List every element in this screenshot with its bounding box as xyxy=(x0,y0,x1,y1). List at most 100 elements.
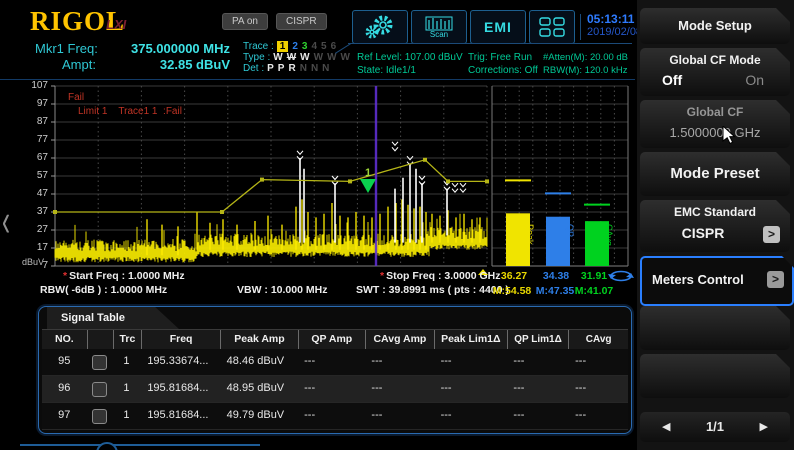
trace-indicator[interactable]: W xyxy=(341,52,350,63)
stop-freq-readout: *Stop Freq : 3.0000 GHz xyxy=(380,270,500,282)
table-cell: --- xyxy=(297,403,364,429)
layout-button[interactable] xyxy=(529,10,575,44)
table-cell: --- xyxy=(297,349,364,375)
blank-softkey[interactable] xyxy=(640,306,790,350)
type-label: Type : xyxy=(243,52,270,63)
lxi-logo: LXI xyxy=(106,17,126,32)
trace-indicator[interactable]: 5 xyxy=(321,41,327,52)
peak-meter-value: 36.27 xyxy=(492,270,536,282)
table-cell: --- xyxy=(506,349,568,375)
trace-indicator[interactable]: 3 xyxy=(302,41,308,52)
left-panel-chevron[interactable]: ‹ xyxy=(2,195,10,248)
column-header[interactable]: Freq xyxy=(141,330,220,350)
global-cf-mode-button[interactable]: Global CF Mode Off On xyxy=(640,48,790,96)
pa-on-badge[interactable]: PA on xyxy=(222,13,268,30)
blank-softkey[interactable] xyxy=(640,354,790,398)
table-cell: --- xyxy=(364,403,433,429)
emc-standard-label: EMC Standard xyxy=(640,200,790,219)
svg-text:1: 1 xyxy=(365,167,371,179)
emc-standard-button[interactable]: EMC Standard CISPR > xyxy=(640,200,790,252)
trace-indicator[interactable]: 4 xyxy=(311,41,317,52)
column-header[interactable]: Peak Amp xyxy=(220,330,297,350)
y-axis-tick: 27 xyxy=(16,224,48,235)
rbw-readout: RBW( -6dB ) : 1.0000 MHz xyxy=(40,284,167,296)
submenu-arrow-icon: > xyxy=(767,271,784,288)
trace-indicator[interactable]: N xyxy=(322,63,329,74)
column-header[interactable]: Trc xyxy=(113,330,141,350)
table-cell: 1 xyxy=(112,349,140,375)
header-bottom-line xyxy=(0,79,635,80)
column-header[interactable]: CAvg Lim1Δ xyxy=(568,330,628,350)
mode-setup-button[interactable]: Mode Setup xyxy=(640,8,790,44)
clock-time: 05:13:11 xyxy=(587,12,634,26)
column-header[interactable]: Peak Lim1Δ xyxy=(434,330,507,350)
softkey-menu: Mode Setup Global CF Mode Off On Global … xyxy=(637,0,794,450)
table-cell: 1 xyxy=(112,376,140,402)
table-cell: --- xyxy=(364,376,433,402)
emi-mode-button[interactable]: EMI xyxy=(470,10,526,44)
column-header[interactable]: CAvg Amp xyxy=(365,330,434,350)
trace-indicator[interactable]: N xyxy=(300,63,307,74)
column-header[interactable] xyxy=(87,330,113,350)
y-axis-tick: 47 xyxy=(16,188,48,199)
signal-table-body: 951195.33674...48.46 dBuV---------------… xyxy=(42,349,628,430)
trace-indicator[interactable]: P xyxy=(278,63,285,74)
trace-indicator[interactable]: W xyxy=(314,52,323,63)
column-header[interactable]: QP Lim1Δ xyxy=(507,330,569,350)
mode-preset-button[interactable]: Mode Preset xyxy=(640,152,790,196)
table-cell: --- xyxy=(434,403,507,429)
row-checkbox[interactable] xyxy=(92,382,107,397)
page-control: ◀ 1/1 ▶ xyxy=(640,412,790,442)
limit-status: Limit 1 Trace1 1 :Fail xyxy=(78,106,182,117)
mkr-freq-label: Mkr1 Freq: xyxy=(35,41,98,56)
mode-setup-label: Mode Setup xyxy=(640,8,790,44)
table-row[interactable]: 951195.33674...48.46 dBuV--------------- xyxy=(42,349,628,376)
global-cf-mode-off[interactable]: Off xyxy=(662,72,682,88)
trace-indicator-block[interactable]: Trace :123456 Type :WWWWWW Det :PPRNNN xyxy=(243,41,354,74)
y-axis-tick: 107 xyxy=(16,80,48,91)
meters-control-button[interactable]: Meters Control > xyxy=(640,256,794,306)
column-header[interactable]: NO. xyxy=(42,330,87,350)
table-cell: 48.46 dBuV xyxy=(220,349,297,375)
trace-indicator[interactable]: 2 xyxy=(292,41,298,52)
cavg-meter-max: M:41.07 xyxy=(570,285,618,297)
table-cell: --- xyxy=(434,376,507,402)
table-row[interactable]: 971195.81684...49.79 dBuV--------------- xyxy=(42,403,628,430)
trace-indicator[interactable]: W xyxy=(300,52,309,63)
table-cell: 49.79 dBuV xyxy=(220,403,297,429)
scan-button[interactable]: Scan xyxy=(411,10,467,44)
table-row[interactable]: 961195.81684...48.95 dBuV--------------- xyxy=(42,376,628,403)
atten-readout: #Atten(M): 20.00 dB xyxy=(543,51,628,64)
trace-indicator[interactable]: R xyxy=(288,63,295,74)
table-cell: 195.33674... xyxy=(140,349,219,375)
meter-refresh-icon[interactable] xyxy=(608,269,634,283)
cispr-badge[interactable]: CISPR xyxy=(276,13,327,30)
trace-indicator[interactable]: W xyxy=(273,52,282,63)
table-cell: 1 xyxy=(112,403,140,429)
submenu-arrow-icon: > xyxy=(763,226,780,243)
table-cell: 195.81684... xyxy=(140,403,219,429)
trace-indicator[interactable]: P xyxy=(267,63,274,74)
trace-indicator[interactable]: N xyxy=(311,63,318,74)
svg-text:Peak: Peak xyxy=(525,224,535,245)
column-header[interactable]: QP Amp xyxy=(298,330,365,350)
trace-indicator[interactable]: W xyxy=(287,52,296,63)
svg-text:QP: QP xyxy=(565,224,575,237)
vbw-readout: VBW : 10.000 MHz xyxy=(237,284,327,296)
signal-table-header: NO. TrcFreqPeak AmpQP AmpCAvg AmpPeak Lim… xyxy=(42,329,628,351)
global-cf-button[interactable]: Global CF 1.5000000 GHz xyxy=(640,100,790,148)
next-page-button[interactable]: ▶ xyxy=(760,420,768,433)
signal-table-tab[interactable]: Signal Table xyxy=(47,307,179,329)
trace-indicator[interactable]: 1 xyxy=(277,41,289,52)
y-axis-tick: 17 xyxy=(16,242,48,253)
table-cell: --- xyxy=(297,376,364,402)
meters-control-label: Meters Control xyxy=(652,272,744,287)
settings-button[interactable] xyxy=(352,10,408,44)
y-axis-tick: 57 xyxy=(16,170,48,181)
global-cf-mode-on[interactable]: On xyxy=(745,72,764,88)
row-checkbox[interactable] xyxy=(92,355,107,370)
trace-indicator[interactable]: 6 xyxy=(331,41,337,52)
scan-icon xyxy=(425,16,453,31)
table-cell: --- xyxy=(506,376,568,402)
row-checkbox[interactable] xyxy=(92,409,107,424)
